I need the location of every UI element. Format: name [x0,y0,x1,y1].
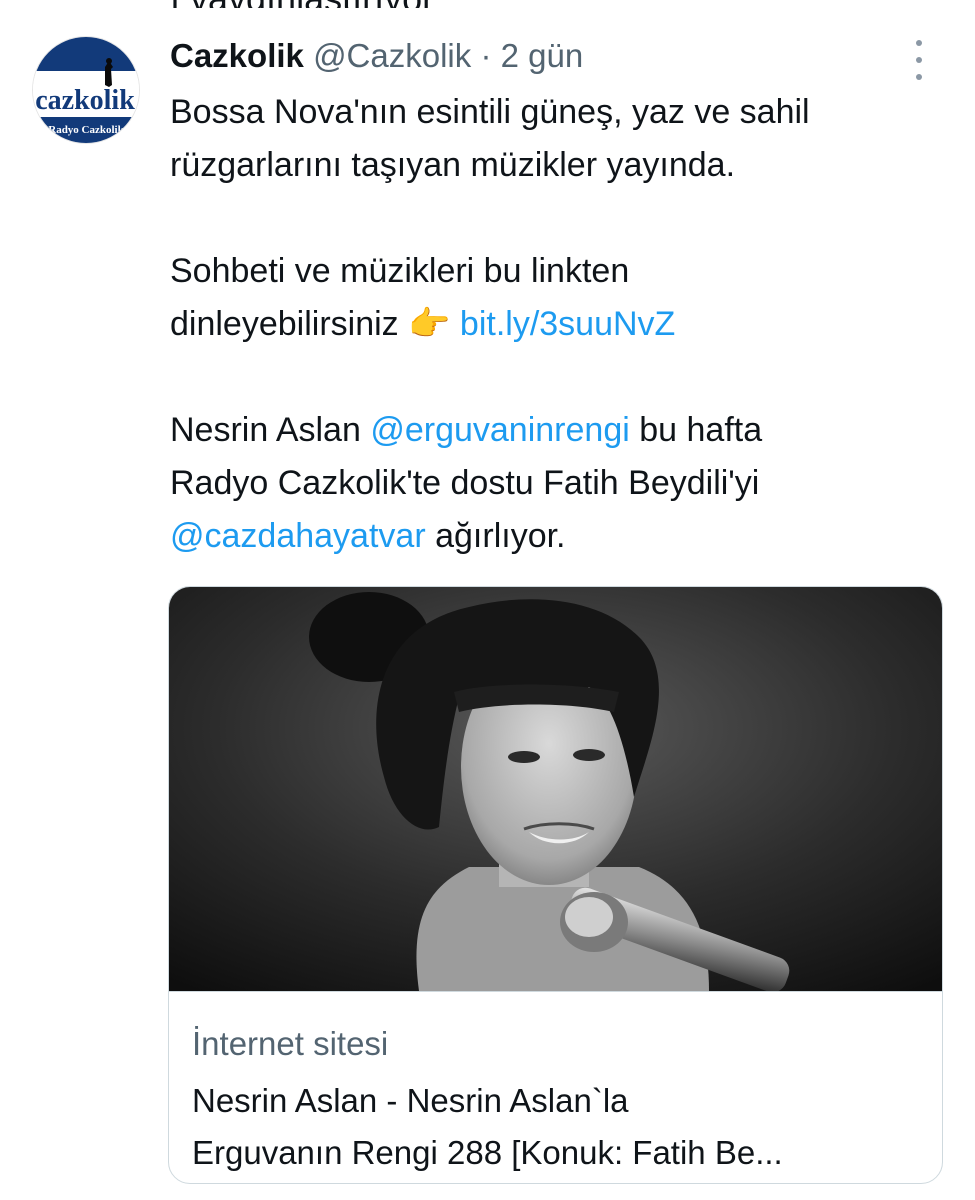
card-domain: İnternet sitesi [192,1025,389,1062]
tweet-line: Radyo Cazkolik'te dostu Fatih Beydili'yi [170,464,760,502]
mention-cazdahayatvar[interactable]: @cazdahayatvar [170,517,426,555]
pointing-right-emoji-icon: 👉 [408,304,451,344]
author-name[interactable]: Cazkolik [170,37,304,74]
tweet-line: dinleyebilirsiniz 👉 bit.ly/3suuNvZ [170,304,676,344]
svg-text:Radyo Cazkolik: Radyo Cazkolik [48,124,124,136]
avatar[interactable]: cazkolik Radyo Cazkolik [33,37,139,143]
card-divider [169,991,942,992]
tweet-line: rüzgarlarını taşıyan müzikler yayında. [170,146,736,184]
tweet-line: Sohbeti ve müzikleri bu linkten [170,252,630,290]
card-title[interactable]: Nesrin Aslan - Nesrin Aslan`la Erguvanın… [192,1075,922,1179]
tweet-line: @cazdahayatvar ağırlıyor. [170,517,566,555]
cazkolik-logo-icon: cazkolik Radyo Cazkolik [33,37,139,143]
author-handle[interactable]: @Cazkolik [313,37,471,74]
svg-text:cazkolik: cazkolik [35,85,135,116]
mention-erguvaninrengi[interactable]: @erguvaninrengi [370,411,629,449]
tweet-line: Bossa Nova'nın esintili güneş, yaz ve sa… [170,93,810,131]
tweet-text: Bossa Nova'nın esintili güneş, yaz ve sa… [170,86,960,563]
previous-tweet-fragment: ı yaygınlaştırıyor [170,0,690,8]
tweet-timestamp[interactable]: 2 gün [501,37,584,74]
tweet-header: Cazkolik @Cazkolik · 2 gün [170,34,583,78]
card-image[interactable] [169,587,942,991]
short-link[interactable]: bit.ly/3suuNvZ [460,305,675,343]
link-preview-card[interactable]: İnternet sitesi Nesrin Aslan - Nesrin As… [168,586,943,1184]
more-options-icon[interactable] [905,40,933,80]
separator-dot: · [480,37,492,74]
tweet-line: Nesrin Aslan @erguvaninrengi bu hafta [170,411,763,449]
